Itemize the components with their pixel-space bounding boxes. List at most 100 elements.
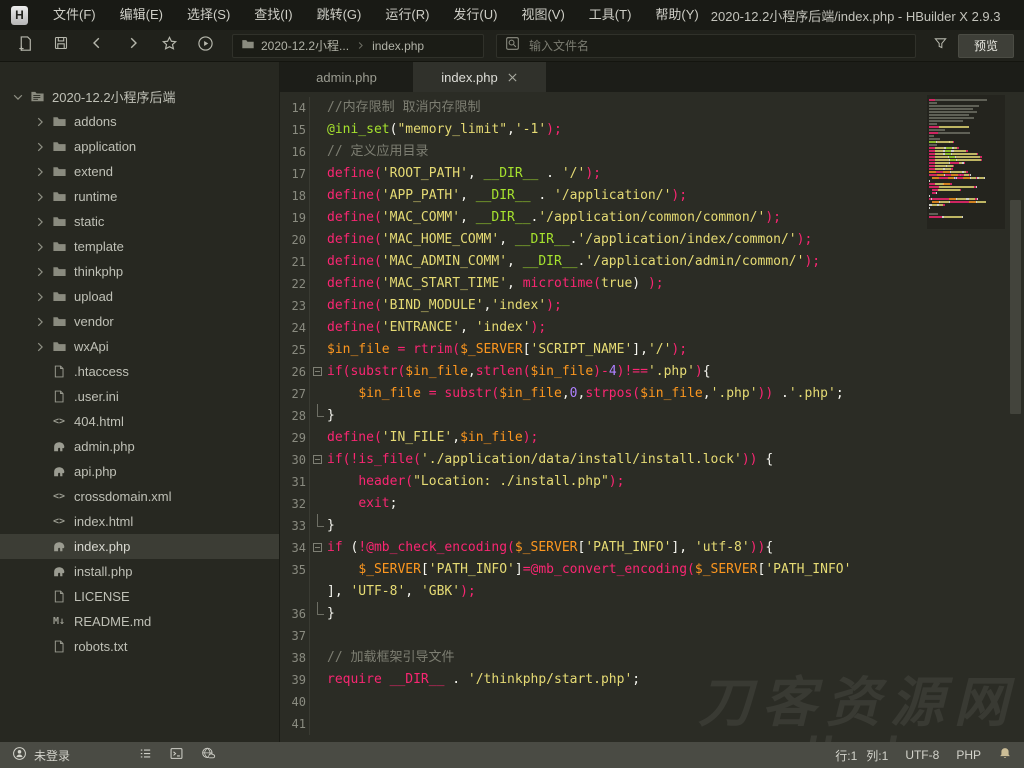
navigate-back-button[interactable] — [82, 33, 112, 59]
terminal-icon[interactable] — [169, 746, 184, 764]
tab-label: admin.php — [316, 70, 377, 85]
tree-item-upload[interactable]: upload — [0, 284, 279, 309]
minimap-segment — [950, 183, 952, 185]
menu-item-5[interactable]: 运行(R) — [373, 0, 441, 30]
menu-item-9[interactable]: 帮助(Y) — [643, 0, 710, 30]
tree-item-root[interactable]: 2020-12.2小程序后端 — [0, 84, 279, 109]
search-input[interactable] — [527, 38, 907, 54]
code-token: @ini_set — [327, 122, 390, 137]
minimap[interactable] — [927, 95, 1005, 229]
tree-item-template[interactable]: template — [0, 234, 279, 259]
bookmark-button[interactable] — [154, 33, 184, 59]
tree-item-install.php[interactable]: install.php — [0, 559, 279, 584]
save-button[interactable] — [46, 33, 76, 59]
cursor-row[interactable]: 行:1 — [835, 747, 857, 764]
chevron-right-icon[interactable] — [30, 215, 49, 229]
chevron-right-icon[interactable] — [30, 140, 49, 154]
chevron-right-icon[interactable] — [30, 115, 49, 129]
chevron-right-icon[interactable] — [30, 315, 49, 329]
menu-item-8[interactable]: 工具(T) — [577, 0, 644, 30]
tree-item-wxapi[interactable]: wxApi — [0, 334, 279, 359]
tree-item-label: 2020-12.2小程序后端 — [52, 87, 176, 106]
chevron-right-icon[interactable] — [30, 290, 49, 304]
globe-icon[interactable] — [200, 746, 216, 764]
language-indicator[interactable]: PHP — [956, 748, 981, 762]
minimap-row — [929, 108, 1003, 110]
fold-collapse-icon[interactable] — [313, 367, 322, 376]
chevron-right-icon[interactable] — [30, 165, 49, 179]
tab-admin.php[interactable]: admin.php — [280, 62, 413, 92]
menu-item-2[interactable]: 选择(S) — [175, 0, 242, 30]
code-token: ); — [765, 210, 781, 225]
fold-gutter[interactable] — [309, 537, 327, 559]
breadcrumb-item-0[interactable]: 2020-12.2小程... — [261, 37, 349, 54]
fold-gutter[interactable] — [309, 361, 327, 383]
menu-item-3[interactable]: 查找(I) — [242, 0, 304, 30]
chevron-down-icon[interactable] — [8, 90, 27, 104]
tree-item-admin.php[interactable]: admin.php — [0, 434, 279, 459]
login-status[interactable]: 未登录 — [12, 746, 70, 764]
editor-scrollbar[interactable] — [1010, 200, 1021, 414]
line-number: 16 — [280, 141, 306, 163]
tab-index.php[interactable]: index.php — [413, 62, 546, 92]
menu-item-7[interactable]: 视图(V) — [509, 0, 576, 30]
tree-item-index.php[interactable]: index.php — [0, 534, 279, 559]
tree-item-api.php[interactable]: api.php — [0, 459, 279, 484]
tree-item-static[interactable]: static — [0, 209, 279, 234]
tree-item-crossdomain.xml[interactable]: <>crossdomain.xml — [0, 484, 279, 509]
menu-item-6[interactable]: 发行(U) — [441, 0, 509, 30]
menu-item-1[interactable]: 编辑(E) — [108, 0, 175, 30]
chevron-right-icon[interactable] — [30, 265, 49, 279]
close-icon[interactable] — [507, 72, 518, 83]
fold-collapse-icon[interactable] — [313, 543, 322, 552]
tree-item-addons[interactable]: addons — [0, 109, 279, 134]
fold-gutter[interactable] — [309, 405, 327, 427]
code-token: __DIR__ — [523, 254, 578, 269]
tree-item-.htaccess[interactable]: .htaccess — [0, 359, 279, 384]
tree-item-404.html[interactable]: <>404.html — [0, 409, 279, 434]
chevron-right-icon[interactable] — [30, 190, 49, 204]
preview-button[interactable]: 预览 — [958, 34, 1014, 58]
outline-icon[interactable] — [138, 746, 153, 764]
minimap-segment — [944, 216, 962, 218]
encoding-indicator[interactable]: UTF-8 — [905, 748, 939, 762]
new-file-button[interactable] — [10, 33, 40, 59]
breadcrumb-item-1[interactable]: index.php — [372, 39, 424, 53]
fold-gutter[interactable] — [309, 515, 327, 537]
menu-item-4[interactable]: 跳转(G) — [305, 0, 374, 30]
fold-collapse-icon[interactable] — [313, 455, 322, 464]
tree-item-.user.ini[interactable]: .user.ini — [0, 384, 279, 409]
tree-item-extend[interactable]: extend — [0, 159, 279, 184]
tree-item-readme.md[interactable]: M↓README.md — [0, 609, 279, 634]
code-token: __DIR__ — [484, 166, 539, 181]
code-lines[interactable]: 14//内存限制 取消内存限制15@ini_set("memory_limit"… — [280, 97, 1024, 735]
navigate-forward-button[interactable] — [118, 33, 148, 59]
tree-item-index.html[interactable]: <>index.html — [0, 509, 279, 534]
fold-end-icon — [317, 404, 324, 417]
tree-item-robots.txt[interactable]: robots.txt — [0, 634, 279, 659]
minimap-segment — [962, 216, 963, 218]
fold-gutter[interactable] — [309, 603, 327, 625]
minimap-segment — [939, 126, 969, 128]
filter-button[interactable] — [928, 33, 952, 59]
minimap-segment — [929, 105, 979, 107]
tree-item-vendor[interactable]: vendor — [0, 309, 279, 334]
run-button[interactable] — [190, 33, 220, 59]
code-text: define('MAC_START_TIME', microtime(true)… — [327, 273, 664, 295]
chevron-right-icon[interactable] — [30, 340, 49, 354]
project-explorer[interactable]: 2020-12.2小程序后端 addonsapplicationextendrun… — [0, 62, 280, 742]
fold-gutter — [309, 669, 327, 691]
fold-gutter[interactable] — [309, 449, 327, 471]
chevron-right-icon[interactable] — [30, 240, 49, 254]
tree-item-license[interactable]: LICENSE — [0, 584, 279, 609]
menu-item-0[interactable]: 文件(F) — [41, 0, 108, 30]
cursor-col[interactable]: 列:1 — [866, 747, 888, 764]
tree-item-thinkphp[interactable]: thinkphp — [0, 259, 279, 284]
tree-item-application[interactable]: application — [0, 134, 279, 159]
bell-icon[interactable] — [998, 746, 1012, 764]
folder-icon — [241, 37, 255, 54]
tree-item-runtime[interactable]: runtime — [0, 184, 279, 209]
file-icon — [49, 389, 69, 404]
code-line: 38// 加载框架引导文件 — [280, 647, 1024, 669]
code-area[interactable]: 14//内存限制 取消内存限制15@ini_set("memory_limit"… — [280, 92, 1024, 742]
